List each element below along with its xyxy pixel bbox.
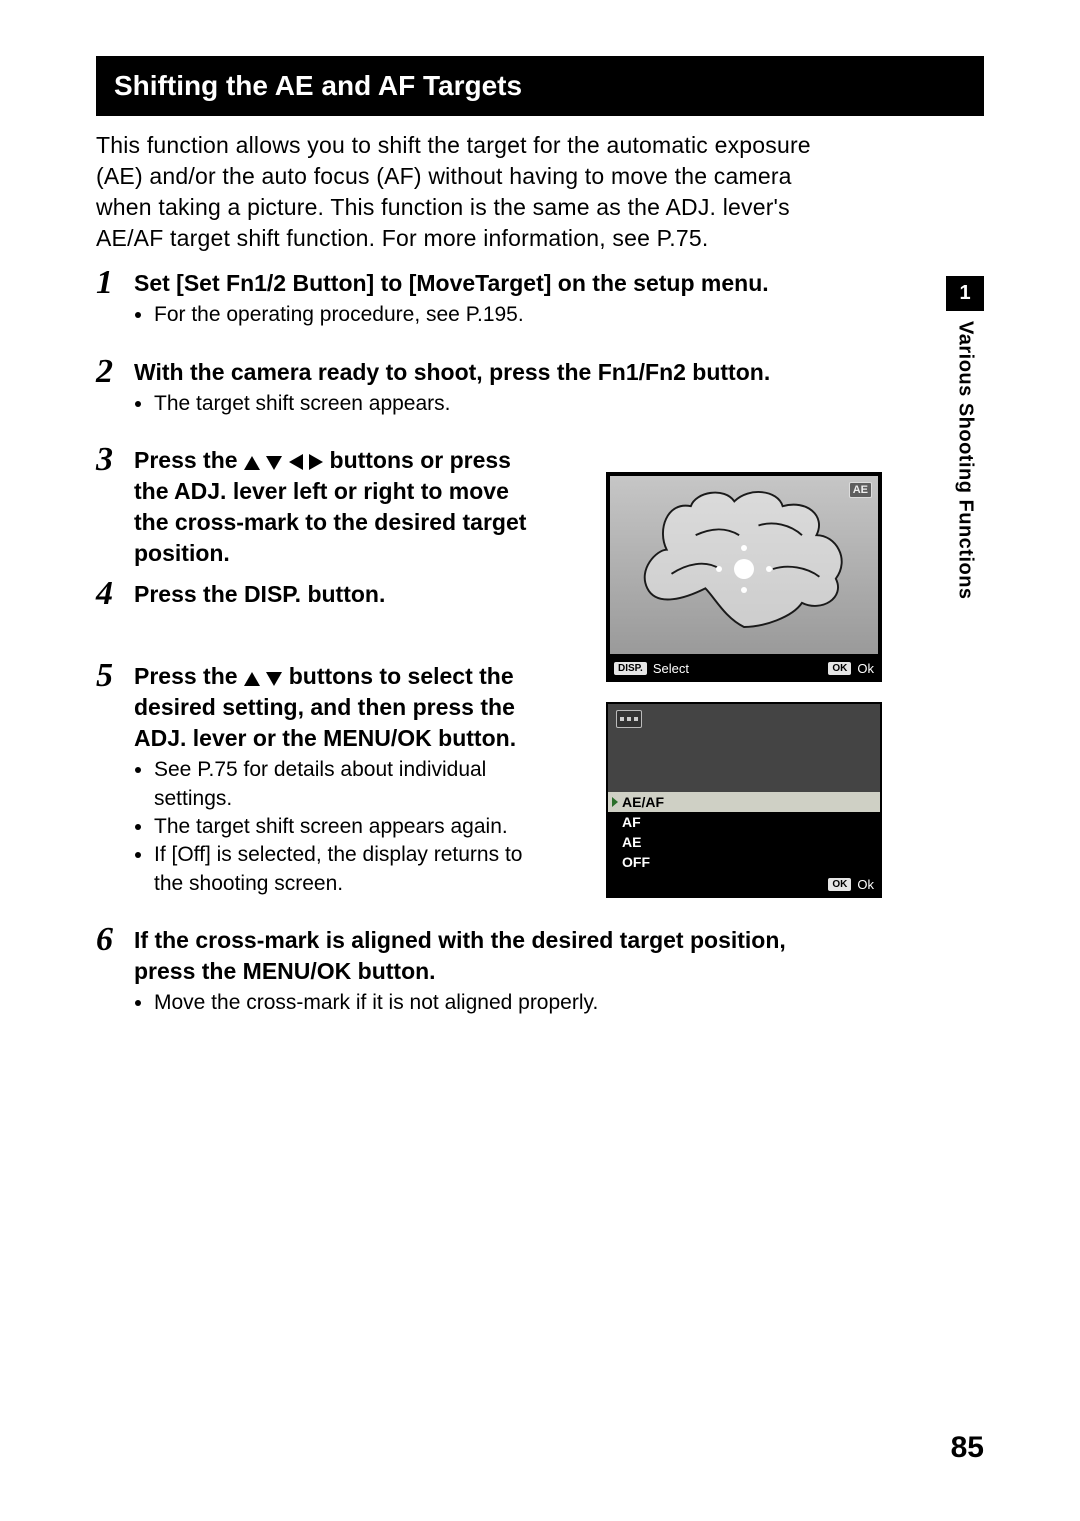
menu-bottom-bar: OK Ok	[608, 872, 880, 896]
step-number: 2	[96, 355, 134, 389]
cross-mark-icon	[708, 545, 780, 593]
step-heading-pre: Press the	[134, 447, 244, 473]
step-number: 4	[96, 577, 134, 611]
arrow-down-icon	[266, 672, 282, 686]
bullet: See P.75 for details about individual se…	[154, 756, 544, 813]
arrow-up-icon	[244, 456, 260, 470]
step-bullets: Move the cross-mark if it is not aligned…	[134, 989, 836, 1017]
bullet: Move the cross-mark if it is not aligned…	[154, 989, 836, 1017]
target-shift-preview: AE DISP. Select OK Ok	[606, 472, 882, 682]
bullet: The target shift screen appears.	[154, 390, 836, 418]
arrow-down-icon	[266, 456, 282, 470]
arrow-left-icon	[289, 454, 303, 470]
step-number: 6	[96, 923, 134, 957]
step-number: 3	[96, 443, 134, 477]
step-heading: Press the DISP. button.	[134, 579, 544, 610]
preview-bottom-bar: DISP. Select OK Ok	[608, 656, 880, 680]
target-mode-menu: AE/AF AF AE OFF OK Ok	[606, 702, 882, 898]
ok-badge: OK	[828, 662, 851, 675]
preview-viewport: AE	[610, 476, 878, 654]
menu-options: AE/AF AF AE OFF	[608, 792, 880, 872]
page-number: 85	[951, 1431, 984, 1465]
step-heading: Press the buttons or press the ADJ. leve…	[134, 445, 544, 569]
arrow-right-icon	[309, 454, 323, 470]
bullet: The target shift screen appears again.	[154, 813, 544, 841]
intro-paragraph: This function allows you to shift the ta…	[96, 130, 836, 254]
step-bullets: The target shift screen appears.	[134, 390, 836, 418]
menu-option: OFF	[608, 852, 880, 872]
step-heading: With the camera ready to shoot, press th…	[134, 357, 836, 388]
disp-badge: DISP.	[614, 662, 647, 675]
ok-label: Ok	[857, 661, 874, 676]
ok-label: Ok	[857, 877, 874, 892]
bullet: If [Off] is selected, the display return…	[154, 841, 544, 898]
step-heading: Press the buttons to select the desired …	[134, 661, 544, 754]
menu-option: AE/AF	[608, 792, 880, 812]
menu-option: AE	[608, 832, 880, 852]
menu-option: AF	[608, 812, 880, 832]
ae-indicator: AE	[849, 482, 872, 498]
chapter-number: 1	[946, 276, 984, 311]
menu-header	[608, 704, 880, 792]
step-number: 5	[96, 659, 134, 693]
step: 1 Set [Set Fn1/2 Button] to [MoveTarget]…	[96, 268, 836, 350]
step-bullets: See P.75 for details about individual se…	[134, 756, 544, 898]
ok-badge: OK	[828, 878, 851, 891]
move-target-icon	[616, 710, 642, 728]
bullet: For the operating procedure, see P.195.	[154, 301, 836, 329]
step-heading: If the cross-mark is aligned with the de…	[134, 925, 836, 987]
step-number: 1	[96, 266, 134, 300]
chapter-tab: 1 Various Shooting Functions	[946, 276, 984, 600]
step: 6 If the cross-mark is aligned with the …	[96, 925, 836, 1038]
step-bullets: For the operating procedure, see P.195.	[134, 301, 836, 329]
step-heading-pre: Press the	[134, 663, 244, 689]
arrow-up-icon	[244, 672, 260, 686]
manual-page: Shifting the AE and AF Targets This func…	[0, 0, 1080, 1521]
disp-label: Select	[653, 661, 689, 676]
chapter-label: Various Shooting Functions	[954, 321, 977, 600]
step-heading: Set [Set Fn1/2 Button] to [MoveTarget] o…	[134, 268, 836, 299]
section-title: Shifting the AE and AF Targets	[96, 56, 984, 116]
step: 2 With the camera ready to shoot, press …	[96, 357, 836, 439]
